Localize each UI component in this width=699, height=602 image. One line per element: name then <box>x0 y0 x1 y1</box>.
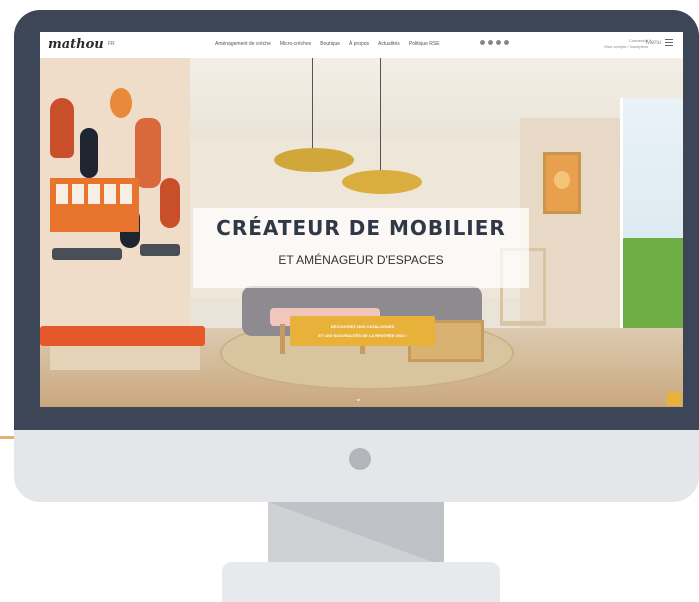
monitor-stand-base <box>222 562 500 602</box>
hero-title: CRÉATEUR DE MOBILIER <box>216 216 506 240</box>
nav-links: Aménagement de crèche Micro-crèches Bout… <box>215 41 440 47</box>
nav-link-a-propos[interactable]: À propos <box>349 41 369 47</box>
hero-decorated-wall <box>40 58 190 358</box>
nav-link-politique-rse[interactable]: Politique RSE <box>409 41 440 47</box>
facebook-icon[interactable] <box>496 40 501 45</box>
nav-link-micro-creches[interactable]: Micro-crèches <box>280 41 311 47</box>
menu-button[interactable]: Menu <box>646 39 674 46</box>
monitor-stand-neck <box>268 502 444 566</box>
nav-link-actualites[interactable]: Actualités <box>378 41 400 47</box>
power-button <box>349 448 371 470</box>
hero-banner: CRÉATEUR DE MOBILIER ET AMÉNAGEUR D'ESPA… <box>40 58 683 407</box>
coat-rack <box>140 244 180 256</box>
website-screen: mathou FR Aménagement de crèche Micro-cr… <box>40 32 683 407</box>
brand-logo[interactable]: mathou <box>48 37 104 52</box>
instagram-icon[interactable] <box>480 40 485 45</box>
pendant-lamp <box>342 170 422 194</box>
pendant-lamp <box>274 148 354 172</box>
social-links <box>480 40 509 45</box>
corner-badge[interactable] <box>667 392 681 406</box>
coat-rack <box>52 248 122 260</box>
catalog-cta-button[interactable]: DÉCOUVREZ NOS CATALOGUES ET LES NOUVEAUT… <box>290 316 435 346</box>
hamburger-icon <box>665 39 674 46</box>
top-navigation: mathou FR Aménagement de crèche Micro-cr… <box>40 32 683 59</box>
bench-base <box>50 346 200 370</box>
cta-line-2: ET LES NOUVEAUTÉS DE LA RENTRÉE 2024 ! <box>318 333 407 338</box>
menu-label: Menu <box>646 39 662 46</box>
linkedin-icon[interactable] <box>504 40 509 45</box>
wall-shelf <box>50 178 139 232</box>
orange-bench <box>40 326 205 346</box>
language-selector[interactable]: FR <box>108 41 115 47</box>
chevron-down-icon[interactable]: ⌄ <box>355 394 362 403</box>
lion-artwork <box>543 152 581 214</box>
account-link[interactable]: Connexion Mon compte / Inscription <box>600 38 648 50</box>
nav-link-amenagement[interactable]: Aménagement de crèche <box>215 41 271 47</box>
nav-link-boutique[interactable]: Boutique <box>320 41 340 47</box>
garden-view <box>623 238 683 338</box>
account-signup-label: Mon compte / Inscription <box>604 44 648 49</box>
hero-subtitle: ET AMÉNAGEUR D'ESPACES <box>278 253 444 267</box>
hero-headline: CRÉATEUR DE MOBILIER ET AMÉNAGEUR D'ESPA… <box>193 208 529 288</box>
youtube-icon[interactable] <box>488 40 493 45</box>
cta-line-1: DÉCOUVREZ NOS CATALOGUES <box>330 324 395 329</box>
